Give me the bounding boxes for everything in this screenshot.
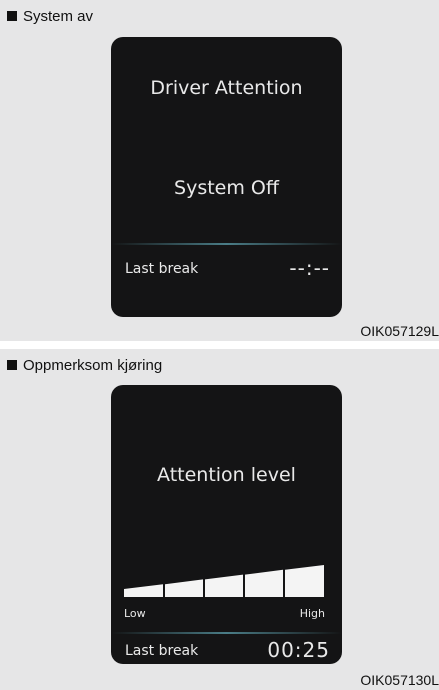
- attention-level-segment: [124, 584, 163, 597]
- last-break-value: 00:25: [267, 638, 330, 662]
- figure-panel-system-off: System av Driver Attention System Off La…: [0, 0, 439, 341]
- figure-panel-attention: Oppmerksom kjøring Attention level Low H…: [0, 349, 439, 690]
- attention-level-segment: [285, 565, 324, 597]
- attention-level-bar: [124, 565, 324, 597]
- divider-line: [111, 632, 342, 634]
- display-title: Driver Attention: [150, 77, 303, 99]
- panel-caption: Oppmerksom kjøring: [7, 357, 162, 375]
- cluster-display: Driver Attention System Off Last break -…: [111, 37, 342, 317]
- cluster-display: Attention level Low High Last break 00:2…: [111, 385, 342, 664]
- caption-text: Oppmerksom kjøring: [23, 357, 163, 374]
- attention-level-segment: [205, 574, 243, 597]
- level-low-label: Low: [124, 607, 146, 620]
- figure-id: OIK057129L: [360, 323, 439, 339]
- attention-level-segment: [165, 579, 203, 597]
- level-high-label: High: [299, 607, 325, 620]
- last-break-label: Last break: [125, 261, 199, 277]
- panel-caption: System av: [7, 8, 93, 26]
- last-break-label: Last break: [125, 643, 199, 659]
- divider-line: [111, 243, 342, 245]
- bullet-square-icon: [7, 11, 17, 21]
- attention-level-segment: [245, 569, 283, 597]
- caption-text: System av: [23, 8, 94, 25]
- figure-id: OIK057130L: [360, 672, 439, 688]
- system-status: System Off: [174, 177, 279, 199]
- last-break-value: --:--: [289, 256, 330, 280]
- bullet-square-icon: [7, 360, 17, 370]
